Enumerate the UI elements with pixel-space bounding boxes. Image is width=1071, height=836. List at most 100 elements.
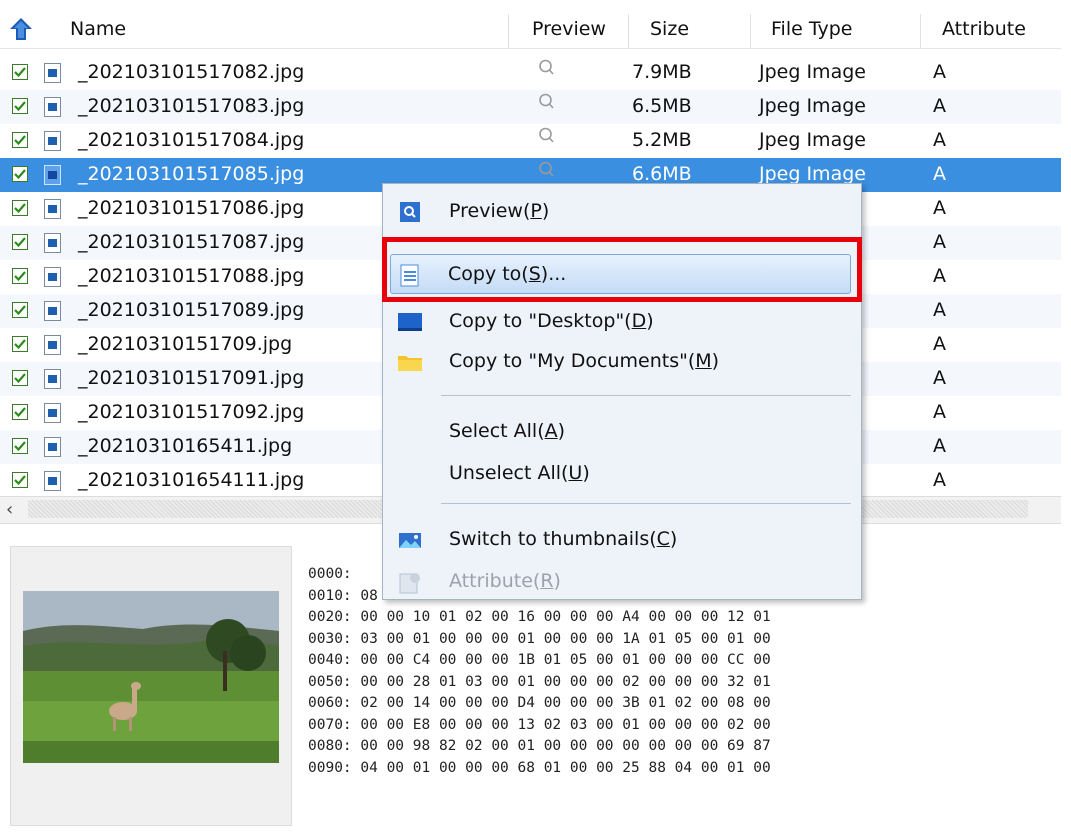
image-file-icon — [44, 131, 61, 151]
checkmark-icon — [14, 101, 26, 112]
thumbnails-icon — [399, 533, 421, 548]
row-checkbox[interactable] — [12, 370, 28, 386]
row-checkbox[interactable] — [12, 166, 28, 182]
file-attribute: A — [933, 435, 946, 457]
image-file-icon — [44, 165, 61, 185]
photo-thumbnail — [23, 591, 279, 763]
column-size[interactable]: Size — [650, 18, 689, 40]
checkmark-icon — [14, 407, 26, 418]
menu-label: Copy to "My Documents"(M) — [449, 350, 720, 372]
file-name: _202103101517092.jpg — [78, 401, 305, 423]
file-attribute: A — [933, 401, 946, 423]
hex-line: 0050: 00 00 28 01 03 00 01 00 00 00 02 0… — [308, 673, 771, 690]
file-size: 6.5MB — [632, 95, 692, 117]
file-name: _202103101517084.jpg — [78, 129, 305, 151]
menu-item-unselect-all[interactable]: Unselect All(U) — [383, 454, 861, 494]
column-name[interactable]: Name — [70, 18, 126, 40]
image-file-icon — [44, 335, 61, 355]
row-checkbox[interactable] — [12, 336, 28, 352]
row-checkbox[interactable] — [12, 472, 28, 488]
hex-line: 0060: 02 00 14 00 00 00 D4 00 00 00 3B 0… — [308, 695, 771, 711]
file-attribute: A — [933, 95, 946, 117]
file-attribute: A — [933, 333, 946, 355]
checkmark-icon — [14, 305, 26, 316]
desktop-icon — [398, 313, 422, 331]
hex-line: 0080: 00 00 98 82 02 00 01 00 00 00 00 0… — [308, 738, 771, 754]
attribute-icon — [399, 573, 420, 594]
menu-label: Attribute(R) — [449, 570, 561, 592]
table-row[interactable]: _202103101517083.jpg 6.5MB Jpeg Image A — [0, 90, 1061, 124]
file-name: _202103101517082.jpg — [78, 61, 305, 83]
file-size: 6.6MB — [632, 163, 692, 185]
menu-separator — [441, 503, 851, 504]
preview-icon — [400, 202, 420, 222]
row-checkbox[interactable] — [12, 404, 28, 420]
image-file-icon — [44, 267, 61, 287]
menu-item-copy-to-my-documents[interactable]: Copy to "My Documents"(M) — [383, 342, 861, 382]
menu-item-preview[interactable]: Preview(P) — [383, 192, 861, 232]
file-name: _202103101517086.jpg — [78, 197, 305, 219]
file-attribute: A — [933, 129, 946, 151]
menu-item-copy-to-desktop[interactable]: Copy to "Desktop"(D) — [383, 302, 861, 342]
checkmark-icon — [14, 237, 26, 248]
file-attribute: A — [933, 469, 946, 491]
file-size: 7.9MB — [632, 61, 692, 83]
column-file-type[interactable]: File Type — [771, 18, 852, 40]
image-file-icon — [44, 199, 61, 219]
checkmark-icon — [14, 271, 26, 282]
image-file-icon — [44, 369, 61, 389]
file-attribute: A — [933, 299, 946, 321]
folder-icon — [398, 356, 422, 371]
file-attribute: A — [933, 265, 946, 287]
file-name: _202103101517083.jpg — [78, 95, 305, 117]
magnifier-icon[interactable] — [538, 160, 556, 185]
column-divider — [920, 14, 921, 48]
file-type: Jpeg Image — [759, 61, 866, 83]
scroll-left-icon[interactable]: ‹ — [6, 499, 26, 520]
row-checkbox[interactable] — [12, 302, 28, 318]
file-name: _202103101517088.jpg — [78, 265, 305, 287]
checkmark-icon — [14, 475, 26, 486]
file-attribute: A — [933, 163, 946, 185]
image-file-icon — [44, 437, 61, 457]
column-divider — [750, 14, 751, 48]
checkmark-icon — [14, 169, 26, 180]
menu-label: Select All(A) — [449, 420, 566, 442]
magnifier-icon[interactable] — [538, 126, 556, 151]
image-file-icon — [44, 97, 61, 117]
checkmark-icon — [14, 373, 26, 384]
hex-line: 0020: 00 00 10 01 02 00 16 00 00 00 A4 0… — [308, 609, 771, 625]
row-checkbox[interactable] — [12, 132, 28, 148]
menu-label: Copy to "Desktop"(D) — [449, 310, 654, 332]
file-name: _202103101517087.jpg — [78, 231, 305, 253]
row-checkbox[interactable] — [12, 268, 28, 284]
file-type: Jpeg Image — [759, 129, 866, 151]
image-file-icon — [44, 403, 61, 423]
column-attribute[interactable]: Attribute — [942, 18, 1026, 40]
file-attribute: A — [933, 231, 946, 253]
table-row[interactable]: _202103101517082.jpg 7.9MB Jpeg Image A — [0, 56, 1061, 90]
file-name: _202103101654111.jpg — [78, 469, 305, 491]
file-attribute: A — [933, 197, 946, 219]
row-checkbox[interactable] — [12, 64, 28, 80]
menu-item-switch-to-thumbnails[interactable]: Switch to thumbnails(C) — [383, 520, 861, 560]
image-file-icon — [44, 301, 61, 321]
checkmark-icon — [14, 203, 26, 214]
magnifier-icon[interactable] — [538, 58, 556, 83]
highlight-annotation-box — [382, 237, 862, 302]
menu-label: Switch to thumbnails(C) — [449, 528, 678, 550]
row-checkbox[interactable] — [12, 98, 28, 114]
file-type: Jpeg Image — [759, 95, 866, 117]
magnifier-icon[interactable] — [538, 92, 556, 117]
hex-line: 0030: 03 00 01 00 00 00 01 00 00 00 1A 0… — [308, 630, 771, 647]
table-row[interactable]: _202103101517084.jpg 5.2MB Jpeg Image A — [0, 124, 1061, 158]
file-name: _20210310165411.jpg — [78, 435, 293, 457]
menu-item-select-all[interactable]: Select All(A) — [383, 412, 861, 452]
column-preview[interactable]: Preview — [532, 18, 606, 40]
up-arrow-icon[interactable] — [8, 16, 34, 42]
row-checkbox[interactable] — [12, 200, 28, 216]
row-checkbox[interactable] — [12, 234, 28, 250]
row-checkbox[interactable] — [12, 438, 28, 454]
menu-label: Preview(P) — [449, 200, 550, 222]
checkmark-icon — [14, 441, 26, 452]
